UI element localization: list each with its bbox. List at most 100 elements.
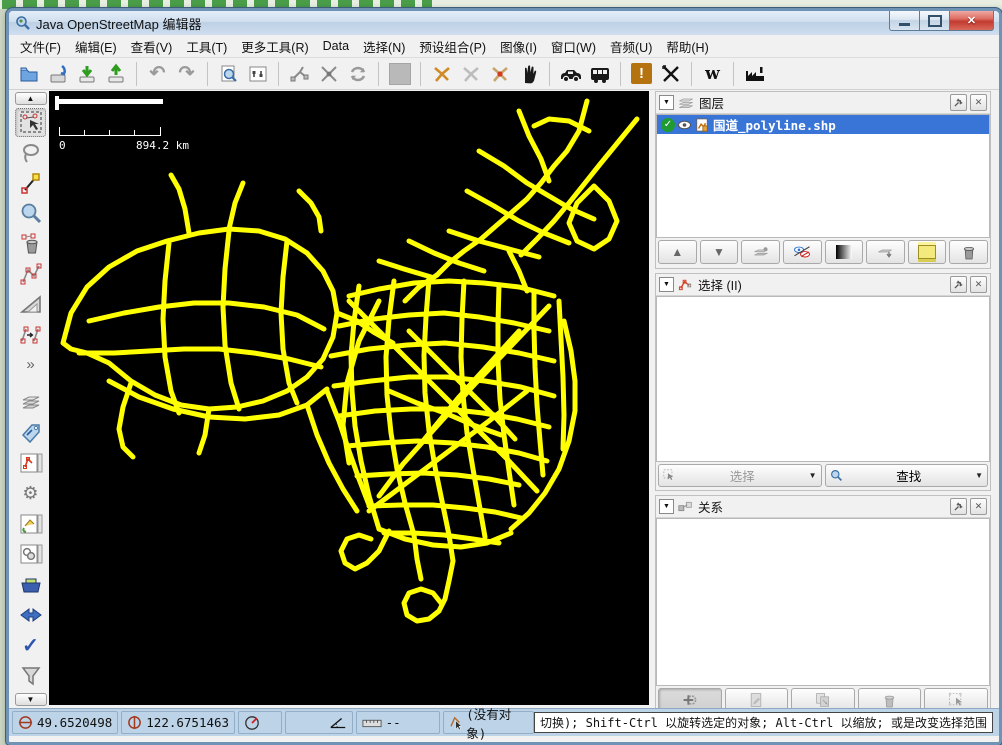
menu-data[interactable]: Data bbox=[316, 36, 356, 56]
car-preset-button[interactable] bbox=[557, 60, 584, 87]
open-folder-icon bbox=[18, 63, 40, 85]
pan-tool-button[interactable] bbox=[515, 60, 542, 87]
layer-move-down-button[interactable]: ▼ bbox=[700, 240, 739, 264]
minimize-button[interactable] bbox=[889, 11, 920, 31]
chevron-down-icon[interactable]: ▼ bbox=[809, 471, 817, 480]
menu-edit[interactable]: 编辑(E) bbox=[68, 34, 124, 59]
open-button[interactable] bbox=[15, 60, 42, 87]
menu-presets[interactable]: 预设组合(P) bbox=[412, 34, 493, 59]
toolbar-scroll-up-button[interactable]: ▲ bbox=[15, 92, 47, 105]
josm-logo-icon bbox=[15, 15, 31, 31]
menu-imagery[interactable]: 图像(I) bbox=[493, 34, 544, 59]
menu-more-tools[interactable]: 更多工具(R) bbox=[234, 34, 315, 59]
layer-duplicate-button[interactable] bbox=[908, 240, 947, 264]
select-tool-button[interactable] bbox=[15, 108, 46, 136]
collapse-icon[interactable]: ▼ bbox=[659, 277, 674, 292]
junction-tool-disabled-button[interactable] bbox=[457, 60, 484, 87]
toolbar-scroll-down-button[interactable]: ▼ bbox=[15, 693, 47, 706]
relations-panel-header: ▼ 关系 ✕ bbox=[656, 496, 990, 518]
split-way-button[interactable] bbox=[286, 60, 313, 87]
warning-preset-button[interactable]: ! bbox=[628, 60, 655, 87]
menu-windows[interactable]: 窗口(W) bbox=[544, 34, 603, 59]
command-stack-panel-toggle[interactable] bbox=[15, 510, 46, 538]
more-tools-button[interactable]: » bbox=[15, 351, 46, 379]
refresh-button[interactable] bbox=[344, 60, 371, 87]
maximize-button[interactable] bbox=[920, 11, 950, 31]
layer-delete-button[interactable] bbox=[949, 240, 988, 264]
close-button[interactable]: ✕ bbox=[950, 11, 994, 31]
conflict-panel-toggle[interactable] bbox=[15, 601, 46, 629]
close-panel-button[interactable]: ✕ bbox=[970, 276, 987, 293]
notes-toggle[interactable] bbox=[15, 570, 46, 598]
layers-list[interactable]: ✓ 国道_polyline.shp bbox=[656, 114, 990, 238]
latitude-value: 49.6520498 bbox=[37, 715, 112, 730]
close-panel-button[interactable]: ✕ bbox=[970, 94, 987, 111]
layer-move-up-button[interactable]: ▲ bbox=[658, 240, 697, 264]
preferences-button[interactable] bbox=[244, 60, 271, 87]
pin-panel-button[interactable] bbox=[950, 276, 967, 293]
menu-audio[interactable]: 音频(U) bbox=[603, 34, 659, 59]
layer-show-hide-button[interactable] bbox=[783, 240, 822, 264]
titlebar[interactable]: Java OpenStreetMap 编辑器 ✕ bbox=[9, 11, 999, 35]
collapse-icon[interactable]: ▼ bbox=[659, 499, 674, 514]
undo-button[interactable]: ↶ bbox=[144, 60, 171, 87]
zoom-tool-button[interactable] bbox=[15, 199, 46, 227]
menu-file[interactable]: 文件(F) bbox=[13, 34, 68, 59]
delete-tool-button[interactable] bbox=[15, 230, 46, 258]
chevron-down-icon[interactable]: ▼ bbox=[975, 471, 983, 480]
layer-merge-button[interactable] bbox=[866, 240, 905, 264]
pin-icon bbox=[954, 98, 963, 107]
junction-tool-button[interactable] bbox=[428, 60, 455, 87]
select-button-label: 选择 bbox=[676, 466, 809, 485]
validator-panel-toggle[interactable]: ✓ bbox=[15, 631, 46, 659]
selection-panel-toggle[interactable] bbox=[15, 449, 46, 477]
pin-panel-button[interactable] bbox=[950, 498, 967, 515]
layers-panel-toggle[interactable] bbox=[15, 389, 46, 417]
relations-list[interactable] bbox=[656, 518, 990, 686]
redo-button[interactable]: ↷ bbox=[173, 60, 200, 87]
bus-preset-button[interactable] bbox=[586, 60, 613, 87]
lasso-tool-button[interactable] bbox=[15, 139, 46, 167]
pin-panel-button[interactable] bbox=[950, 94, 967, 111]
layers-panel-header: ▼ 图层 ✕ bbox=[656, 92, 990, 114]
selection-list[interactable] bbox=[656, 296, 990, 462]
follow-way-tool-button[interactable] bbox=[15, 260, 46, 288]
save-button[interactable] bbox=[44, 60, 71, 87]
layer-opacity-button[interactable] bbox=[825, 240, 864, 264]
menu-view[interactable]: 查看(V) bbox=[124, 34, 180, 59]
menu-help[interactable]: 帮助(H) bbox=[659, 34, 715, 59]
active-layer-icon[interactable]: ✓ bbox=[661, 118, 675, 132]
map-styles-panel-toggle[interactable] bbox=[15, 540, 46, 568]
tags-panel-toggle[interactable] bbox=[15, 419, 46, 447]
collapse-icon[interactable]: ▼ bbox=[659, 95, 674, 110]
angle-snap-tool-button[interactable] bbox=[15, 290, 46, 318]
latitude-field: 49.6520498 bbox=[12, 711, 118, 734]
map-canvas[interactable]: 0 894.2 km bbox=[49, 91, 649, 705]
close-panel-button[interactable]: ✕ bbox=[970, 498, 987, 515]
selection-search-button[interactable]: 查找 ▼ bbox=[825, 464, 989, 487]
search-button[interactable] bbox=[215, 60, 242, 87]
draw-node-tool-button[interactable] bbox=[15, 169, 46, 197]
trash-icon bbox=[883, 693, 896, 708]
josm-window: Java OpenStreetMap 编辑器 ✕ 文件(F) 编辑(E) 查看(… bbox=[6, 8, 1002, 745]
layer-name: 国道_polyline.shp bbox=[713, 115, 836, 134]
factory-preset-button[interactable] bbox=[741, 60, 768, 87]
layer-activate-button[interactable] bbox=[741, 240, 780, 264]
upload-button[interactable] bbox=[102, 60, 129, 87]
check-icon: ✓ bbox=[22, 633, 39, 658]
filter-panel-toggle[interactable] bbox=[15, 661, 46, 689]
menu-selection[interactable]: 选择(N) bbox=[356, 34, 412, 59]
download-button[interactable] bbox=[73, 60, 100, 87]
selection-select-button[interactable]: 选择 ▼ bbox=[658, 464, 822, 487]
parallel-way-tool-button[interactable] bbox=[15, 320, 46, 348]
angle-ruler-icon bbox=[19, 292, 43, 316]
unglue-tool-button[interactable] bbox=[486, 60, 513, 87]
restaurant-preset-button[interactable] bbox=[657, 60, 684, 87]
visibility-eye-icon[interactable] bbox=[677, 119, 692, 131]
merge-way-button[interactable] bbox=[315, 60, 342, 87]
layer-row[interactable]: ✓ 国道_polyline.shp bbox=[657, 115, 989, 134]
menu-tools[interactable]: 工具(T) bbox=[179, 34, 234, 59]
wikipedia-preset-button[interactable]: w bbox=[699, 60, 726, 87]
relations-panel-toggle[interactable]: ⚙ bbox=[15, 480, 46, 508]
wireframe-toggle-button[interactable] bbox=[386, 60, 413, 87]
